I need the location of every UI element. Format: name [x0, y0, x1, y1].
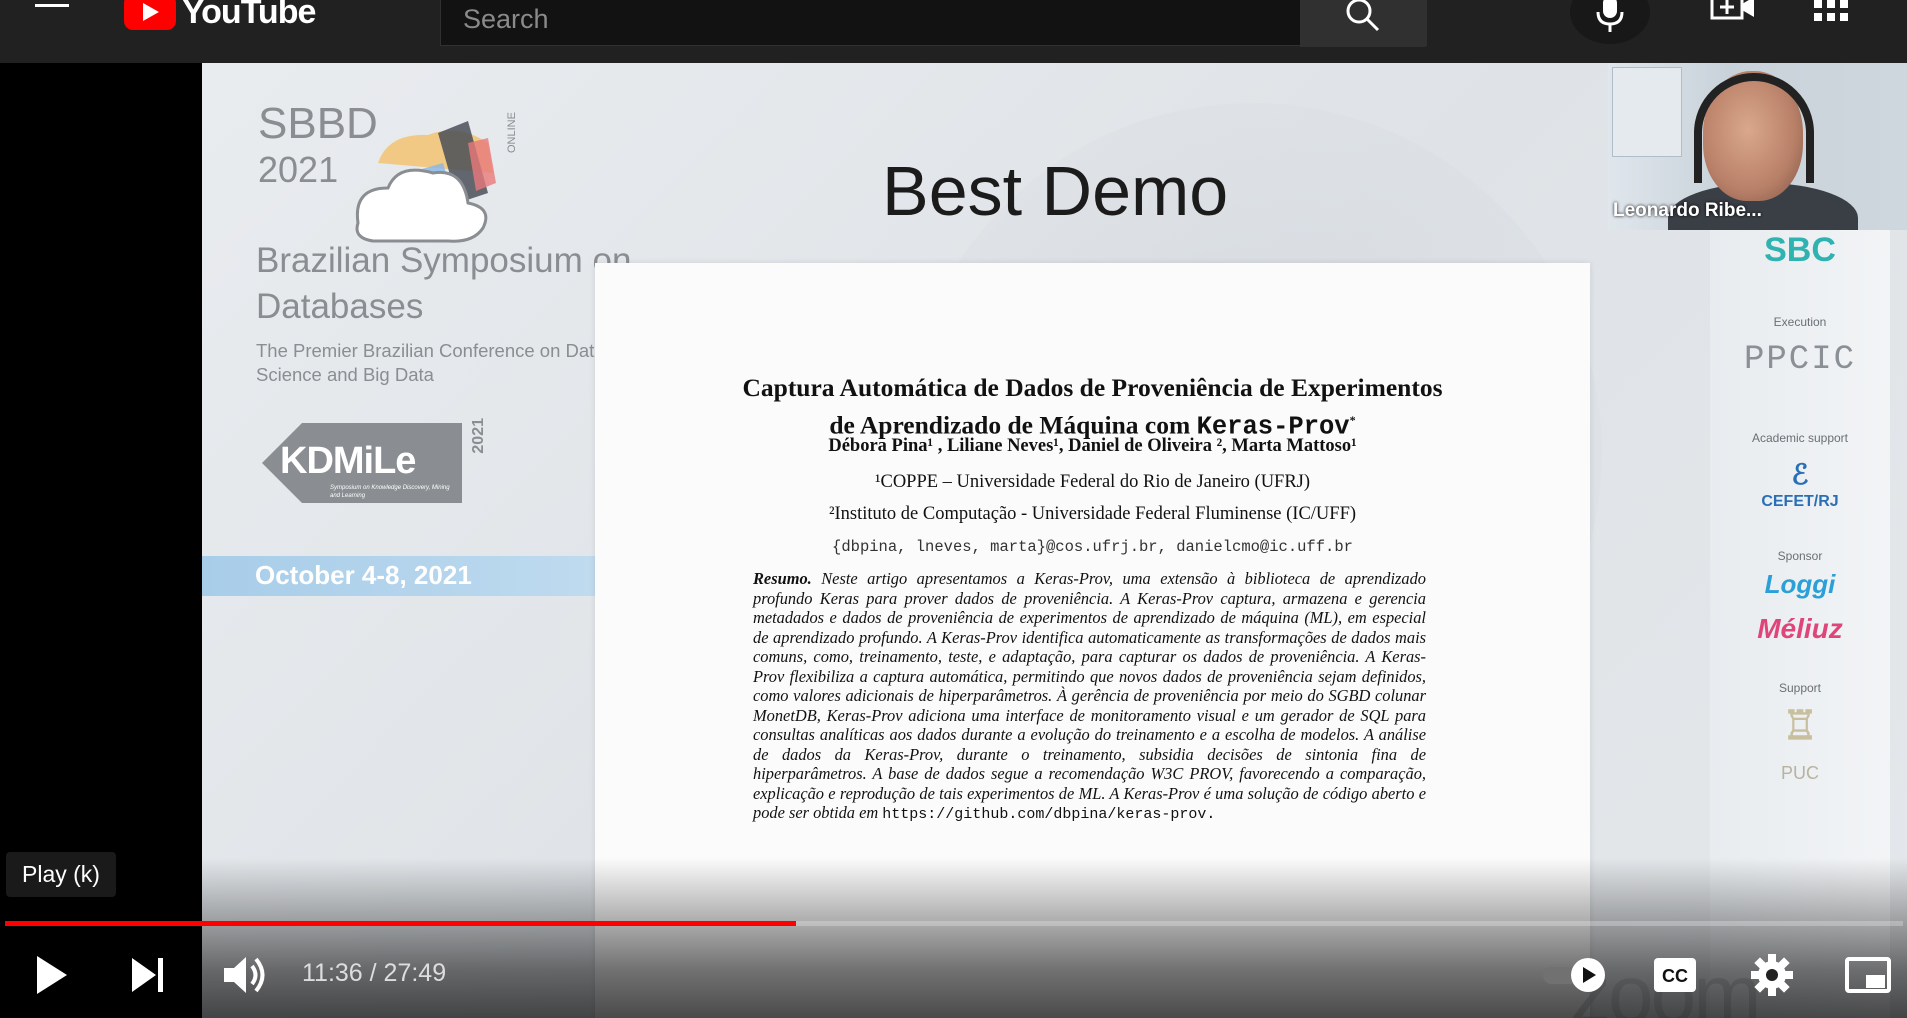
sbbd-year: 2021 — [258, 149, 339, 190]
masthead: YouTube — [0, 0, 1907, 63]
voice-search-button[interactable] — [1570, 0, 1650, 44]
play-icon — [37, 956, 67, 994]
create-button[interactable] — [1710, 0, 1758, 26]
academic-support-label: Academic support — [1751, 431, 1849, 445]
player-controls: 11:36 / 27:49 CC — [0, 940, 1907, 1010]
autoplay-toggle[interactable] — [1535, 940, 1615, 1010]
participant-video-thumbnail[interactable]: Leonardo Ribe... — [1608, 63, 1907, 230]
youtube-logo[interactable]: YouTube — [124, 0, 316, 32]
apps-button[interactable] — [1814, 0, 1848, 24]
progress-bar[interactable] — [5, 921, 1903, 926]
search-box — [440, 0, 1427, 47]
support-label: Support — [1778, 681, 1822, 695]
subtitles-button[interactable]: CC — [1645, 940, 1705, 1010]
abstract-body: Neste artigo apresentamos a Keras-Prov, … — [753, 569, 1426, 822]
conference-dates: October 4-8, 2021 — [255, 560, 472, 590]
play-button[interactable] — [20, 940, 80, 1010]
sponsor-label: Sponsor — [1777, 549, 1823, 563]
participant-name: Leonardo Ribe... — [1613, 200, 1762, 221]
autoplay-toggle-icon — [1543, 958, 1605, 992]
youtube-play-logo-icon — [124, 0, 176, 30]
apps-grid-icon — [1814, 0, 1848, 21]
puc-crest-icon: ♖ — [1782, 704, 1818, 748]
slide-heading: Best Demo — [882, 152, 1229, 230]
camera-background-slide — [1612, 67, 1682, 157]
next-button[interactable] — [118, 940, 178, 1010]
search-input[interactable] — [441, 0, 1300, 47]
paper-title-mark: * — [1349, 413, 1356, 427]
puc-logo: PUC — [1780, 763, 1819, 783]
mic-icon — [1596, 0, 1624, 32]
cc-icon: CC — [1654, 958, 1696, 992]
paper-affiliation-1: ¹COPPE – Universidade Federal do Rio de … — [874, 472, 1311, 492]
kdmile-subtitle: Symposium on Knowledge Discovery, Mining… — [330, 485, 450, 499]
kdmile-year: 2021 — [470, 418, 487, 454]
kdmile-name: KDMiLe — [280, 440, 416, 482]
menu-icon[interactable] — [32, 0, 72, 30]
miniplayer-button[interactable] — [1838, 940, 1898, 1010]
sbbd-name: SBBD — [258, 99, 378, 148]
loggi-logo: Loggi — [1764, 569, 1836, 599]
meliuz-logo: Méliuz — [1757, 613, 1843, 644]
create-video-icon — [1710, 0, 1754, 20]
kdmile-logo: KDMiLe 2021 Symposium on Knowledge Disco… — [262, 418, 492, 518]
gear-icon — [1751, 954, 1793, 996]
cefet-logo: CEFET/RJ — [1761, 493, 1839, 510]
volume-icon — [224, 957, 265, 993]
time-display: 11:36 / 27:49 — [302, 959, 447, 987]
next-icon — [132, 958, 163, 992]
paper-emails: {dbpina, lneves, marta}@cos.ufrj.br, dan… — [832, 538, 1353, 556]
settings-button[interactable] — [1742, 940, 1802, 1010]
ppcic-logo: PPCIC — [1743, 341, 1857, 379]
sbc-logo: SBC — [1764, 231, 1836, 269]
logo-text: YouTube — [182, 0, 316, 31]
abstract-url: https://github.com/dbpina/keras-prov. — [882, 806, 1216, 823]
online-tag: ONLINE — [506, 112, 518, 153]
paper-title: Captura Automática de Dados de Proveniên… — [595, 371, 1590, 444]
cc-label: CC — [1662, 966, 1688, 986]
execution-label: Execution — [1773, 315, 1827, 329]
cefet-icon: ℰ — [1791, 459, 1809, 490]
mute-button[interactable] — [214, 940, 274, 1010]
conference-subtitle: The Premier Brazilian Conference on Data… — [256, 340, 605, 385]
search-button[interactable] — [1300, 0, 1426, 47]
miniplayer-icon — [1845, 957, 1891, 993]
abstract-head: Resumo. — [753, 569, 812, 588]
headset-icon — [1694, 73, 1814, 183]
paper-abstract: Resumo. Neste artigo apresentamos a Kera… — [753, 569, 1426, 825]
search-icon — [1346, 0, 1380, 32]
paper-affiliation-2: ²Instituto de Computação - Universidade … — [828, 504, 1357, 524]
paper-title-line1: Captura Automática de Dados de Proveniên… — [742, 373, 1443, 402]
play-tooltip: Play (k) — [6, 852, 116, 897]
paper-authors: Débora Pina¹ , Liliane Neves¹, Daniel de… — [828, 436, 1357, 456]
progress-bar-played — [5, 921, 797, 926]
